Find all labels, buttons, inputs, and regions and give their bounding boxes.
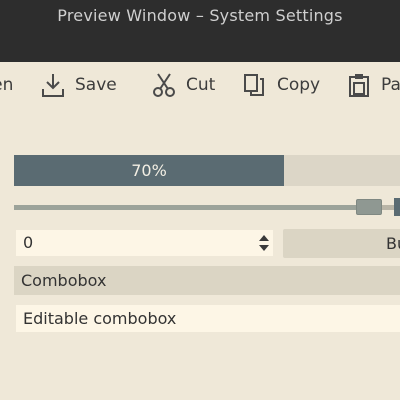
editable-combobox[interactable]: Editable combobox [16, 305, 400, 332]
paste-icon [349, 74, 369, 97]
toolbar-cut-button[interactable]: Cut [152, 62, 215, 108]
toolbar-paste-label: Paste [381, 75, 400, 95]
toolbar-cut-label: Cut [186, 75, 216, 95]
toolbar-open-button[interactable]: Open [0, 62, 13, 108]
toolbar-save-label: Save [75, 75, 117, 95]
spinbox[interactable]: 0 [16, 230, 273, 256]
progress-bar: 70% [14, 155, 400, 186]
copy-icon [244, 74, 264, 96]
title-bar: Preview Window – System Settings [0, 0, 400, 62]
button-label: Button [386, 234, 400, 253]
slider-track[interactable] [14, 205, 400, 210]
combobox-value: Combobox [21, 271, 107, 290]
window-title: Preview Window – System Settings [57, 6, 343, 25]
spin-arrows-icon[interactable] [258, 234, 270, 252]
toolbar: Open Save Cut Copy Paste [0, 62, 400, 108]
slider-fill [14, 205, 369, 210]
slider-end-marker [394, 198, 400, 216]
save-icon [42, 74, 64, 97]
cut-icon [153, 73, 175, 97]
slider-handle[interactable] [356, 199, 382, 215]
editable-combobox-value: Editable combobox [23, 309, 177, 328]
toolbar-copy-label: Copy [277, 75, 321, 95]
toolbar-paste-button[interactable]: Paste [347, 62, 400, 108]
button[interactable]: Button [283, 229, 400, 258]
toolbar-save-button[interactable]: Save [41, 62, 117, 108]
spinbox-value: 0 [23, 233, 34, 252]
toolbar-open-label: Open [0, 75, 14, 95]
toolbar-copy-button[interactable]: Copy [243, 62, 320, 108]
combobox[interactable]: Combobox [14, 266, 400, 295]
progress-text: 70% [131, 161, 167, 180]
